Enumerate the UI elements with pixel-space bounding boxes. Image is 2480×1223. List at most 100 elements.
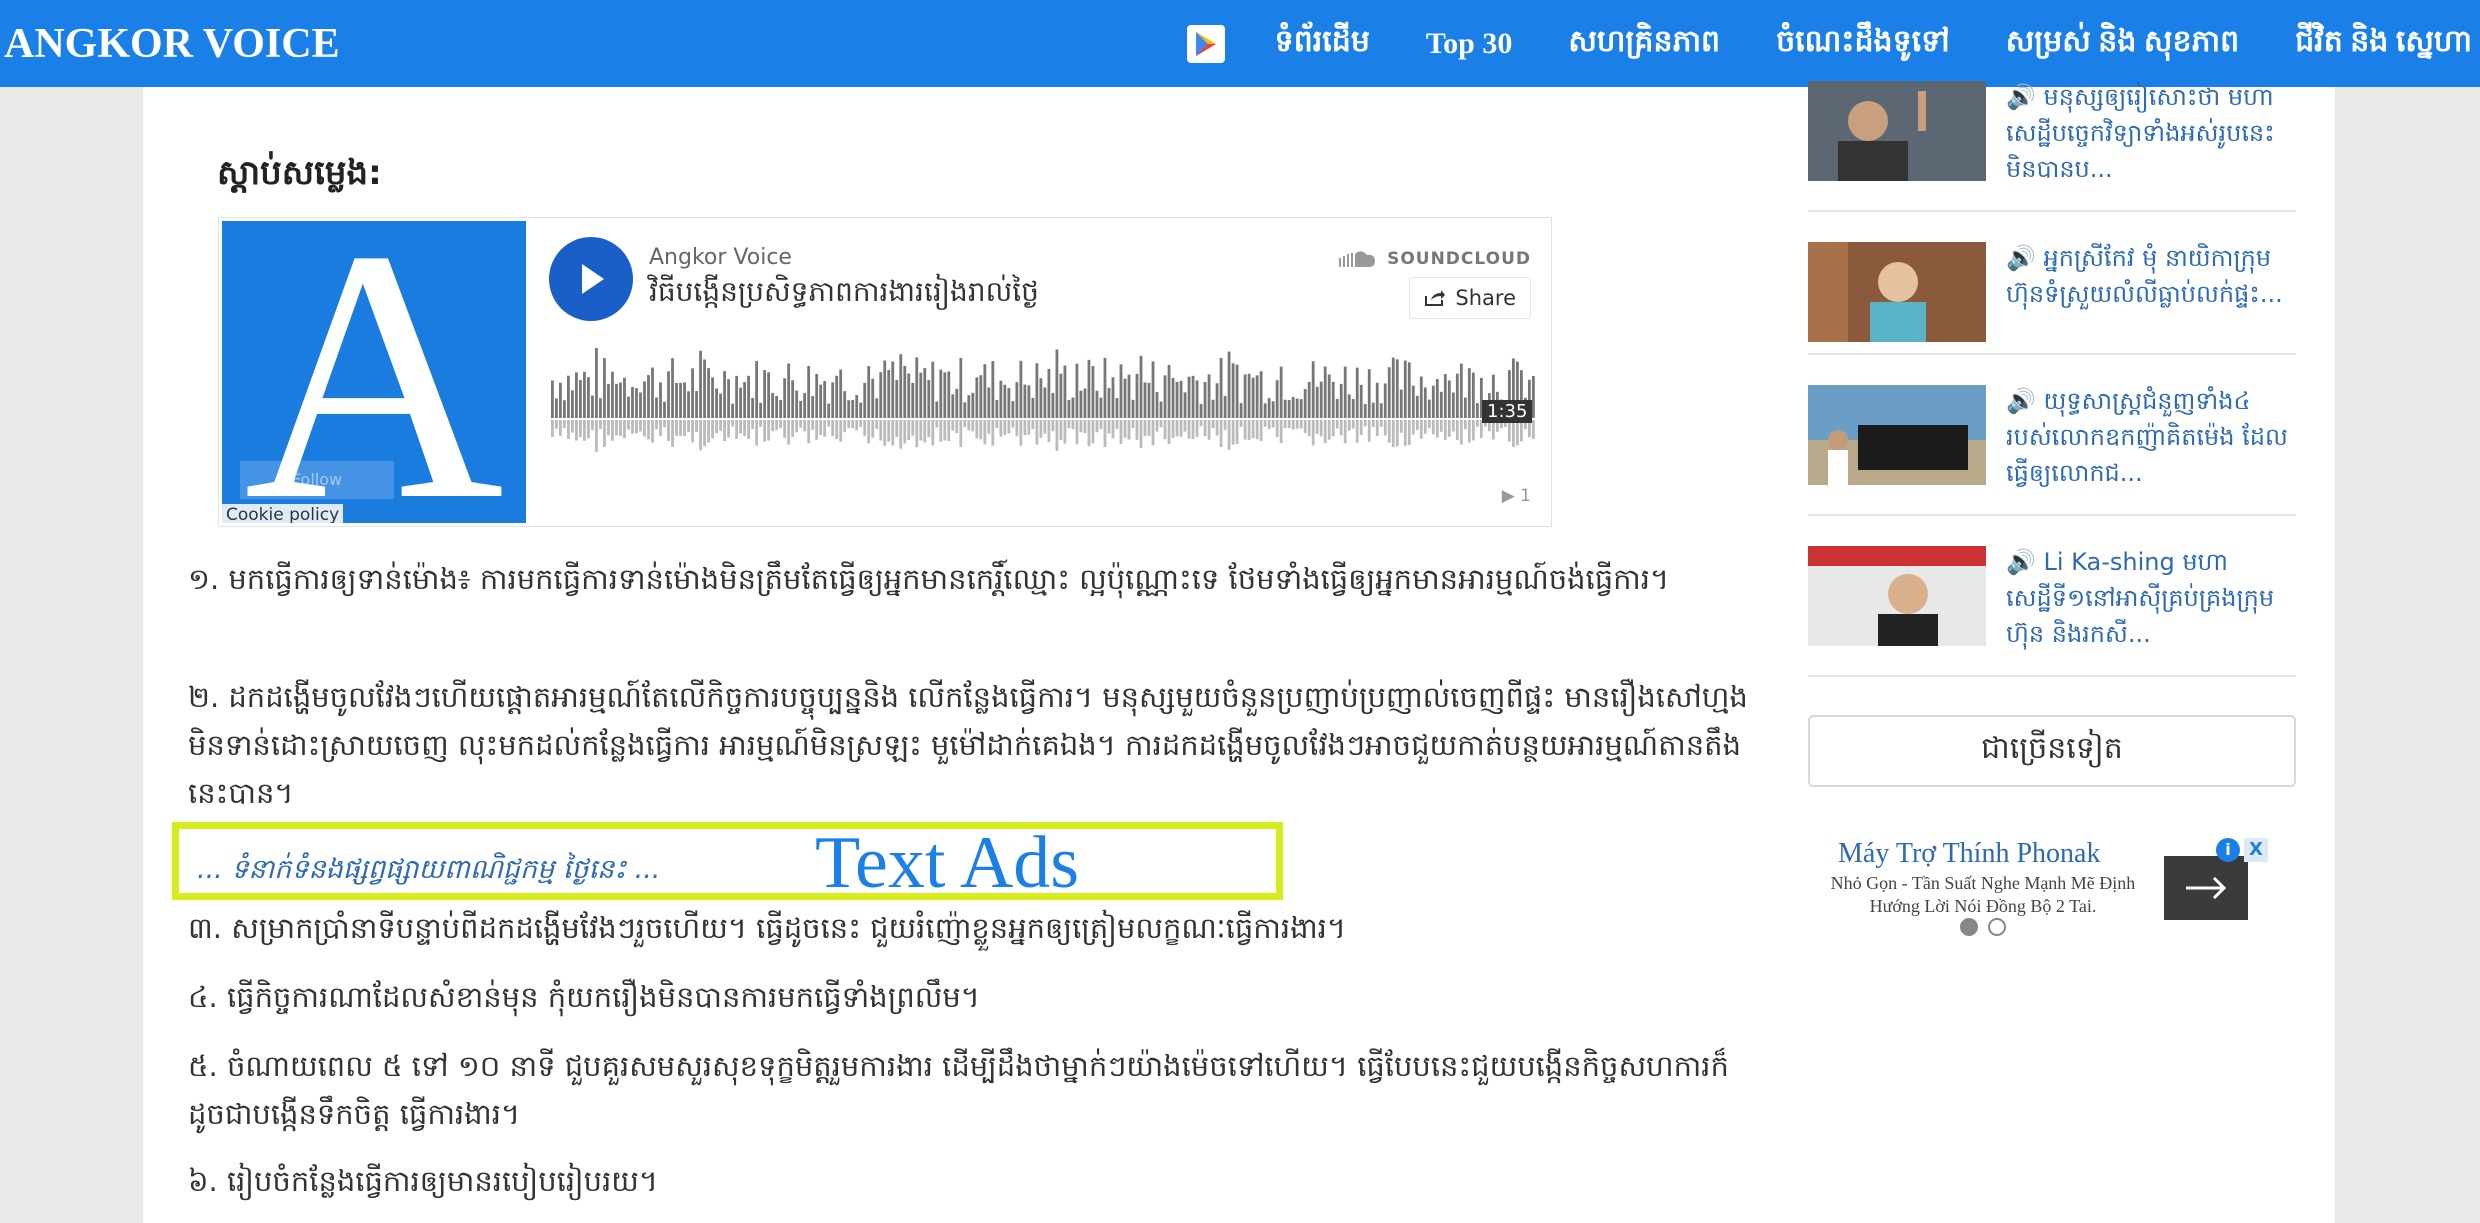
related-title[interactable]: 🔊 មនុស្សឲ្យរៀសោះថា មហាសេដ្ឋីបច្ចេកវិទ្យា…	[2006, 79, 2298, 187]
waveform-bar	[1179, 380, 1183, 418]
waveform-reflection	[1003, 420, 1007, 435]
waveform-bar	[603, 358, 606, 418]
text-ad-link[interactable]: ... ទំនាក់ទំនងផ្សព្វផ្សាយពាណិជ្ជកម្ម ថ្ង…	[197, 853, 660, 892]
related-thumbnail[interactable]	[1808, 242, 1986, 342]
waveform-reflection	[1451, 420, 1455, 432]
related-item[interactable]: 🔊 យុទ្ធសាស្ត្រជំនួញទាំង៤ របស់លោកឧកញ៉ាគិត…	[1808, 355, 2296, 516]
text-ad-banner[interactable]: ... ទំនាក់ទំនងផ្សព្វផ្សាយពាណិជ្ជកម្ម ថ្ង…	[172, 822, 1283, 904]
waveform-reflection	[1359, 420, 1363, 435]
site-logo[interactable]: ANGKOR VOICE	[4, 14, 340, 74]
cookie-policy-link[interactable]: Cookie policy	[222, 504, 344, 523]
waveform-reflection	[823, 420, 827, 437]
waveform-bar	[1331, 381, 1335, 418]
waveform-reflection	[1163, 420, 1167, 440]
waveform-reflection	[979, 420, 983, 440]
nav-entrepreneurship[interactable]: សហគ្រិនភាព	[1568, 22, 1720, 66]
paragraph-4: ៤. ធ្វើកិច្ចការណាដែលសំខាន់មុន កុំយករឿងមិ…	[188, 980, 980, 1014]
waveform-bar	[1227, 351, 1231, 418]
waveform-reflection	[635, 420, 638, 434]
waveform-bar	[1383, 383, 1387, 418]
waveform-reflection	[1211, 420, 1215, 429]
related-title[interactable]: 🔊 Li Ka-shing មហាសេដ្ឋីទី១នៅអាស៊ីគ្រប់គ្…	[2006, 544, 2298, 652]
paragraph-2: ២. ដកដង្ហើមចូលវែងៗហើយផ្តោតអារម្មណ៍តែលើកិ…	[188, 680, 1748, 810]
waveform-bar	[1351, 399, 1355, 418]
sidebar-ad-title[interactable]: Máy Trợ Thính Phonak	[1838, 838, 2100, 870]
nav-life-love[interactable]: ជីវិត និង ស្នេហា	[2295, 22, 2472, 66]
waveform-bar	[1091, 366, 1095, 418]
waveform-reflection	[927, 420, 931, 438]
waveform-reflection	[859, 420, 863, 427]
waveform-reflection	[1319, 420, 1323, 437]
waveform-reflection	[1127, 420, 1131, 440]
waveform-bar	[903, 365, 907, 418]
waveform-bar	[787, 363, 791, 418]
waveform-bar	[1447, 380, 1451, 418]
waveform-reflection	[575, 420, 578, 441]
related-item[interactable]: 🔊 មនុស្សឲ្យរៀសោះថា មហាសេដ្ឋីបច្ចេកវិទ្យា…	[1808, 81, 2296, 212]
google-play-icon[interactable]	[1186, 24, 1225, 63]
related-title[interactable]: 🔊 អ្នកស្រីកែវ មុំ នាយិកាក្រុមហ៊ុនទំស្រួយ…	[2006, 240, 2298, 312]
follow-button[interactable]: Follow	[240, 461, 394, 499]
waveform-bar	[611, 371, 614, 418]
waveform-bar	[571, 390, 574, 418]
waveform-reflection	[675, 420, 678, 436]
related-title[interactable]: 🔊 យុទ្ធសាស្ត្រជំនួញទាំង៤ របស់លោកឧកញ៉ាគិត…	[2006, 383, 2298, 491]
waveform-bar	[751, 397, 755, 418]
waveform-reflection	[1067, 420, 1071, 429]
waveform-bar	[1155, 392, 1159, 418]
waveform-reflection	[1195, 420, 1199, 437]
waveform-reflection	[939, 420, 943, 442]
related-item[interactable]: 🔊 អ្នកស្រីកែវ មុំ នាយិកាក្រុមហ៊ុនទំស្រួយ…	[1808, 212, 2296, 355]
waveform-reflection	[1063, 420, 1067, 444]
waveform-reflection	[1403, 420, 1407, 446]
track-artwork[interactable]: A Follow Cookie policy	[222, 221, 526, 523]
waveform-reflection	[831, 420, 835, 437]
track-title[interactable]: វិធីបង្កើនប្រសិទ្ធភាពការងាររៀងរាល់ថ្ងៃ	[649, 274, 1039, 315]
waveform-reflection	[571, 420, 574, 433]
nav-top30[interactable]: Top 30	[1426, 27, 1512, 61]
waveform-bar	[1047, 368, 1051, 418]
waveform-reflection	[695, 420, 698, 433]
waveform-bar	[1215, 383, 1219, 418]
track-artist[interactable]: Angkor Voice	[649, 245, 792, 270]
waveform-bar	[731, 403, 734, 418]
ad-close-icon[interactable]: X	[2244, 838, 2268, 862]
waveform-reflection	[1375, 420, 1379, 436]
carousel-dot[interactable]	[1988, 918, 2006, 936]
sidebar-ad-description[interactable]: Nhỏ Gọn - Tần Suất Nghe Mạnh Mẽ Định Hướ…	[1828, 872, 2138, 918]
carousel-dot[interactable]	[1960, 918, 1978, 936]
nav-home[interactable]: ទំព័រដើម	[1275, 22, 1370, 66]
waveform-reflection	[1131, 420, 1135, 429]
waveform-reflection	[1519, 420, 1523, 442]
waveform-reflection	[1007, 420, 1011, 434]
related-thumbnail[interactable]	[1808, 546, 1986, 646]
waveform-reflection	[1055, 420, 1059, 451]
ad-info-icon[interactable]: i	[2216, 838, 2240, 862]
waveform-reflection	[1379, 420, 1383, 427]
related-item[interactable]: 🔊 Li Ka-shing មហាសេដ្ឋីទី១នៅអាស៊ីគ្រប់គ្…	[1808, 516, 2296, 677]
waveform-reflection	[1335, 420, 1339, 429]
nav-beauty-health[interactable]: សម្រស់ និង សុខភាព	[2006, 22, 2239, 66]
waveform-bar	[1135, 373, 1139, 418]
related-thumbnail[interactable]	[1808, 81, 1986, 181]
related-thumbnail[interactable]	[1808, 385, 1986, 485]
paragraph-5: ៥. ចំណាយពេល ៥ ទៅ ១០ នាទី ជួបគួរសមសួរសុខទ…	[188, 1049, 1729, 1131]
waveform-reflection	[1371, 420, 1375, 427]
sidebar-ad[interactable]: Máy Trợ Thính Phonak Nhỏ Gọn - Tần Suất …	[1808, 838, 2268, 938]
waveform-bar	[1095, 390, 1099, 418]
play-button[interactable]	[549, 237, 633, 321]
waveform-reflection	[1455, 420, 1459, 440]
waveform-bar	[1259, 371, 1263, 418]
waveform-bar	[1451, 392, 1455, 418]
share-button[interactable]: Share	[1409, 277, 1531, 319]
nav-general-knowledge[interactable]: ចំណេះដឹងទូទៅ	[1776, 22, 1950, 66]
waveform-reflection	[651, 420, 654, 443]
waveform-reflection	[811, 420, 815, 430]
waveform-bar	[975, 377, 979, 418]
waveform-bar	[823, 381, 827, 418]
soundcloud-brand[interactable]: SOUNDCLOUD	[1339, 249, 1531, 269]
waveform-bar	[615, 383, 618, 418]
arrow-right-icon[interactable]	[2164, 856, 2248, 920]
more-button[interactable]: ជាច្រើនទៀត	[1808, 715, 2296, 787]
waveform[interactable]	[551, 348, 1536, 458]
